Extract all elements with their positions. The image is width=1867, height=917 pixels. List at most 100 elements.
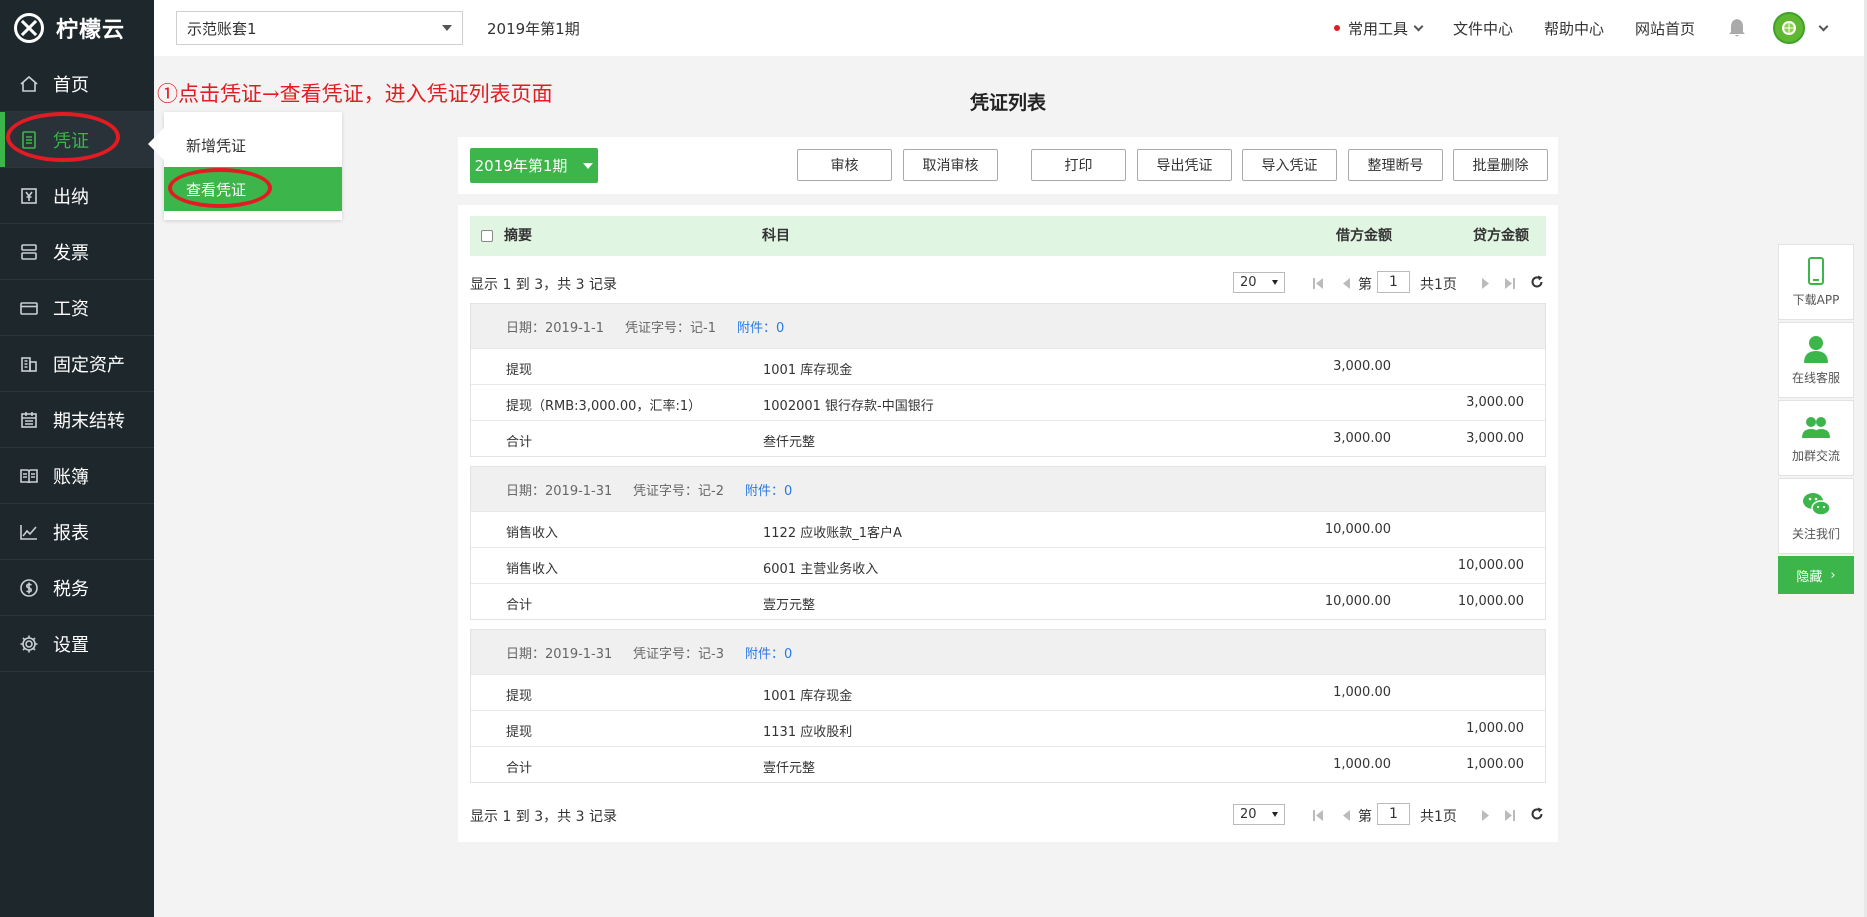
sidebar-item-label: 设置: [53, 634, 89, 656]
column-debit: 借方金额: [1336, 228, 1392, 244]
entry-summary: 提现: [506, 689, 533, 704]
common-tools-menu[interactable]: 常用工具: [1333, 18, 1424, 39]
logo[interactable]: 柠檬云: [0, 0, 154, 56]
entry-credit: 1,000.00: [1466, 721, 1524, 736]
top-bar: 示范账套1 2019年第1期 常用工具 文件中心 帮助中心 网站首页: [154, 0, 1867, 56]
sidebar-item-label: 出纳: [53, 186, 89, 208]
submenu-view-voucher[interactable]: 查看凭证: [164, 167, 342, 211]
sidebar-item-reports[interactable]: 报表: [0, 504, 154, 560]
voucher-list: 摘要 科目 借方金额 贷方金额 显示 1 到 3，共 3 记录 20 第 1 共…: [458, 205, 1558, 842]
voucher-total-row: 合计 壹万元整 10,000.00 10,000.00: [471, 583, 1545, 619]
entry-credit: 10,000.00: [1457, 594, 1524, 609]
file-center-link[interactable]: 文件中心: [1453, 18, 1513, 39]
sidebar: 柠檬云 首页 凭证 出纳 发票 工资 固定资产 期末结转 账簿 报表 税务 设置: [0, 0, 154, 917]
sidebar-item-settings[interactable]: 设置: [0, 616, 154, 672]
page-number-input[interactable]: 1: [1377, 803, 1410, 825]
follow-us-label: 关注我们: [1791, 527, 1840, 541]
page-label: 第: [1358, 809, 1372, 825]
entry-summary: 合计: [506, 598, 533, 613]
follow-us-button[interactable]: 关注我们: [1778, 478, 1854, 554]
avatar[interactable]: [1773, 12, 1805, 44]
entry-debit: 3,000.00: [1333, 431, 1391, 446]
batch-delete-button[interactable]: 批量删除: [1453, 149, 1548, 181]
account-set-select[interactable]: 示范账套1: [176, 11, 463, 45]
reorder-numbers-button[interactable]: 整理断号: [1348, 149, 1443, 181]
join-group-label: 加群交流: [1791, 449, 1840, 463]
website-home-link[interactable]: 网站首页: [1635, 18, 1695, 39]
help-center-link[interactable]: 帮助中心: [1544, 18, 1604, 39]
sidebar-item-label: 报表: [53, 522, 89, 544]
page-size-select[interactable]: 20: [1233, 272, 1285, 293]
voucher-attachments[interactable]: 附件：0: [745, 480, 792, 499]
voucher-submenu: 新增凭证 查看凭证: [148, 112, 342, 220]
voucher-attachments[interactable]: 附件：0: [737, 317, 784, 336]
export-voucher-button[interactable]: 导出凭证: [1137, 149, 1232, 181]
page-number-input[interactable]: 1: [1377, 271, 1410, 293]
sidebar-item-period-end[interactable]: 期末结转: [0, 392, 154, 448]
lemon-logo-icon: [14, 13, 44, 43]
sidebar-item-label: 首页: [53, 74, 89, 96]
voucher-date: 日期：2019-1-1: [506, 321, 605, 336]
wechat-icon: [1803, 493, 1831, 516]
print-button[interactable]: 打印: [1031, 149, 1126, 181]
refresh-icon[interactable]: [1530, 807, 1544, 821]
sidebar-item-fixed-assets[interactable]: 固定资产: [0, 336, 154, 392]
entry-debit: 3,000.00: [1333, 359, 1391, 374]
chevron-down-icon[interactable]: [1818, 21, 1829, 31]
total-pages: 共1页: [1420, 277, 1457, 293]
entry-subject: 1122 应收账款_1客户A: [763, 526, 902, 541]
select-all-checkbox[interactable]: [481, 230, 493, 242]
voucher-number: 凭证字号：记-3: [633, 647, 724, 662]
period-dropdown-button[interactable]: 2019年第1期: [470, 148, 598, 183]
next-page-icon[interactable]: [1480, 277, 1490, 289]
sidebar-item-invoice[interactable]: 发票: [0, 224, 154, 280]
refresh-icon[interactable]: [1530, 275, 1544, 289]
chevron-down-icon: [442, 25, 452, 31]
submenu-new-voucher[interactable]: 新增凭证: [164, 123, 342, 167]
floating-service-panel: 下载APP 在线客服 加群交流 关注我们 隐藏 ›: [1778, 244, 1854, 594]
online-service-label: 在线客服: [1791, 371, 1840, 385]
voucher-card[interactable]: 日期：2019-1-1 凭证字号：记-1 附件：0 提现 1001 库存现金 3…: [470, 303, 1546, 457]
sidebar-item-home[interactable]: 首页: [0, 56, 154, 112]
prev-page-icon[interactable]: [1342, 277, 1352, 289]
sidebar-item-ledger[interactable]: 账簿: [0, 448, 154, 504]
cancel-audit-button[interactable]: 取消审核: [903, 149, 998, 181]
voucher-card[interactable]: 日期：2019-1-31 凭证字号：记-2 附件：0 销售收入 1122 应收账…: [470, 466, 1546, 620]
voucher-card[interactable]: 日期：2019-1-31 凭证字号：记-3 附件：0 提现 1001 库存现金 …: [470, 629, 1546, 783]
entry-summary: 提现: [506, 363, 533, 378]
pager-top: 显示 1 到 3，共 3 记录 20 第 1 共1页: [470, 271, 1546, 295]
chevron-down-icon: [583, 162, 594, 169]
prev-page-icon[interactable]: [1342, 809, 1352, 821]
first-page-icon[interactable]: [1313, 809, 1323, 821]
audit-button[interactable]: 审核: [797, 149, 892, 181]
pager-info: 显示 1 到 3，共 3 记录: [470, 277, 617, 293]
download-app-button[interactable]: 下载APP: [1778, 244, 1854, 320]
import-voucher-button[interactable]: 导入凭证: [1242, 149, 1337, 181]
page-size-select[interactable]: 20: [1233, 804, 1285, 825]
user-icon: [1804, 336, 1828, 363]
mobile-phone-icon: [1808, 257, 1824, 285]
app-name: 柠檬云: [56, 18, 126, 43]
next-page-icon[interactable]: [1480, 809, 1490, 821]
entry-debit: 1,000.00: [1333, 685, 1391, 700]
bell-icon[interactable]: [1726, 17, 1748, 39]
sidebar-item-tax[interactable]: 税务: [0, 560, 154, 616]
hide-panel-button[interactable]: 隐藏 ›: [1778, 556, 1854, 594]
last-page-icon[interactable]: [1505, 809, 1515, 821]
entry-summary: 提现（RMB:3,000.00，汇率:1）: [506, 399, 702, 414]
gear-icon: [18, 633, 40, 655]
sidebar-item-salary[interactable]: 工资: [0, 280, 154, 336]
voucher-attachments[interactable]: 附件：0: [745, 643, 792, 662]
sidebar-item-cashier[interactable]: 出纳: [0, 168, 154, 224]
voucher-entry-row: 提现 1131 应收股利 1,000.00: [471, 710, 1545, 746]
entry-debit: 1,000.00: [1333, 757, 1391, 772]
online-service-button[interactable]: 在线客服: [1778, 322, 1854, 398]
list-header: 摘要 科目 借方金额 贷方金额: [470, 216, 1546, 256]
chart-icon: [18, 521, 40, 543]
sidebar-item-voucher[interactable]: 凭证: [0, 112, 154, 168]
last-page-icon[interactable]: [1505, 277, 1515, 289]
join-group-button[interactable]: 加群交流: [1778, 400, 1854, 476]
home-icon: [18, 73, 40, 95]
page-size-value: 20: [1240, 807, 1257, 822]
first-page-icon[interactable]: [1313, 277, 1323, 289]
